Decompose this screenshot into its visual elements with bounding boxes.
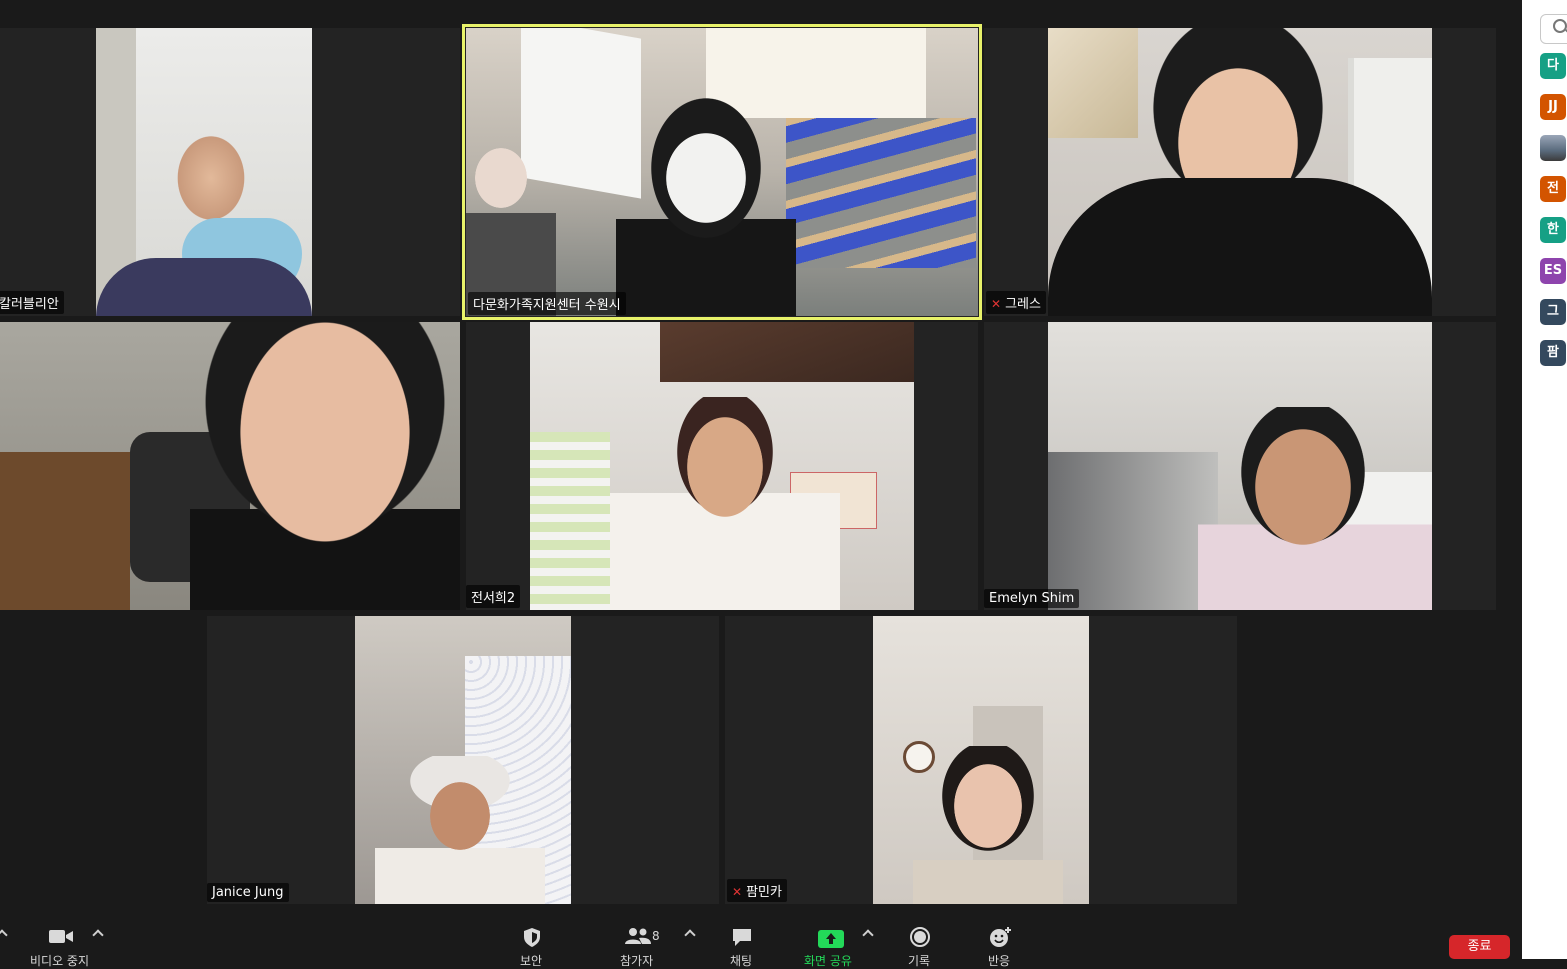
reactions-button[interactable] [989, 926, 1013, 952]
participant-video [530, 322, 914, 610]
end-meeting-button[interactable]: 종료 [1449, 935, 1510, 959]
person-left [466, 143, 556, 316]
participant-name: 전서희2 [466, 585, 521, 608]
chat-bubble-icon [733, 929, 751, 946]
participant-tile-2-active-speaker[interactable]: 다문화가족지원센터 수원시 [462, 24, 982, 320]
person [190, 322, 460, 610]
shield-icon [524, 928, 540, 947]
participant-tile-7[interactable]: Janice Jung [207, 616, 719, 904]
record-button[interactable] [909, 926, 931, 952]
participant-tile-4[interactable] [0, 322, 460, 610]
desks [786, 118, 976, 268]
person-center [616, 98, 796, 316]
wall-poster [1048, 28, 1138, 138]
participant-video [1048, 322, 1432, 610]
black-shirt [1048, 178, 1432, 316]
participants-icon [625, 928, 651, 944]
participant-video [96, 28, 312, 316]
security-button[interactable] [521, 926, 543, 952]
muted-mic-icon: ✕ [991, 297, 1002, 311]
ceiling-beam [660, 322, 914, 382]
smiley-add-icon [990, 927, 1011, 947]
participant-video [1048, 28, 1432, 316]
participant-tile-8[interactable]: ✕ 팜민카 [725, 616, 1237, 904]
participant-avatar[interactable]: 전 [1540, 176, 1566, 202]
participant-tile-6[interactable]: Emelyn Shim [984, 322, 1496, 610]
participant-avatar[interactable]: 한 [1540, 217, 1566, 243]
participant-name-text: 그레스 [1005, 297, 1041, 312]
muted-mic-icon: ✕ [732, 885, 743, 899]
participants-options-caret[interactable] [684, 929, 696, 941]
participant-name: 다문화가족지원센터 수원시 [468, 292, 626, 315]
participants-label: 참가자 [620, 954, 654, 968]
participant-video [0, 322, 460, 610]
share-screen-icon [818, 930, 844, 948]
participant-avatar[interactable]: JJ [1540, 94, 1566, 120]
participant-tile-3[interactable]: ✕ 그레스 [984, 28, 1496, 316]
person [913, 746, 1063, 904]
chat-label: 채팅 [730, 954, 753, 968]
learning-chart [530, 432, 610, 610]
table [0, 452, 130, 610]
participant-tile-5[interactable]: 전서희2 [466, 322, 978, 610]
participant-avatar-photo[interactable] [1540, 135, 1566, 161]
record-icon [910, 927, 930, 947]
video-gallery: 칼러블리안 다문화가족지원센터 수원시 ✕ 그레스 전서희2 Emelyn Sh… [0, 0, 1522, 959]
participant-avatar[interactable]: 그 [1540, 299, 1566, 325]
participant-name: Emelyn Shim [984, 589, 1080, 608]
person-with-headset [1198, 407, 1432, 610]
chat-button[interactable] [731, 926, 753, 952]
participants-count: 8 [652, 929, 660, 943]
video-label: 비디오 중지 [30, 954, 90, 968]
participant-name-text: 팜민카 [746, 885, 782, 900]
participant-avatar[interactable]: 다 [1540, 53, 1566, 79]
participant-name: Janice Jung [207, 883, 289, 902]
participant-avatar[interactable]: ES [1540, 258, 1566, 284]
video-options-caret[interactable] [92, 929, 104, 941]
participant-name: ✕ 팜민카 [727, 879, 787, 902]
search-icon [1553, 19, 1567, 33]
share-options-caret[interactable] [862, 929, 874, 941]
reactions-label: 반응 [988, 954, 1011, 968]
participant-tile-1[interactable]: 칼러블리안 [0, 28, 460, 316]
video-button[interactable] [47, 926, 75, 950]
participant-video [355, 616, 571, 904]
participant-avatar[interactable]: 팜 [1540, 340, 1566, 366]
participants-button[interactable] [624, 926, 652, 950]
security-label: 보안 [520, 954, 543, 968]
meeting-toolbar: 비디오 중지 보안 8 참가자 채팅 화면 공유 기록 반응 [0, 904, 1522, 968]
video-camera-icon [49, 930, 73, 943]
audio-options-caret[interactable] [0, 929, 8, 941]
share-screen-label: 화면 공유 [804, 954, 852, 968]
participant-video [873, 616, 1089, 904]
share-screen-button[interactable] [818, 930, 844, 952]
hallway [1048, 452, 1218, 610]
participant-video [466, 28, 978, 316]
person [610, 397, 840, 610]
participant-name: 칼러블리안 [0, 291, 64, 314]
record-label: 기록 [908, 954, 931, 968]
person-with-hat [375, 756, 545, 904]
participants-panel: 다 JJ 전 한 ES 그 팜 [1522, 0, 1567, 959]
participant-name: ✕ 그레스 [986, 291, 1046, 314]
search-input[interactable] [1540, 14, 1567, 44]
jacket [96, 258, 312, 316]
